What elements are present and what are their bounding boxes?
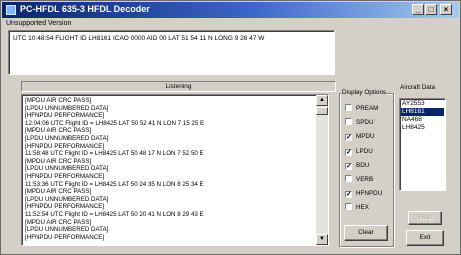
option-label: PREAM <box>356 105 379 112</box>
checkbox-unchecked-icon[interactable] <box>345 104 352 111</box>
option-mpdu[interactable]: ✓ MPDU <box>345 132 375 142</box>
message-log[interactable]: [MPDU AIR CRC PASS] [LPDU UNNUMBERED DATA… <box>21 94 329 246</box>
option-bdu[interactable]: ✓ BDU <box>345 161 369 170</box>
log-line: [HFNPDU PERFORMANCE] <box>25 203 105 211</box>
version-label: Unsupported Version <box>6 20 72 27</box>
option-hfnpdu[interactable]: ✓ HFNPDU <box>345 189 383 199</box>
option-label: HFNPDU <box>356 190 383 198</box>
checkbox-unchecked-icon[interactable] <box>345 175 352 182</box>
checkbox-checked-icon[interactable]: ✓ <box>345 191 352 199</box>
maximize-button[interactable]: □ <box>425 4 437 15</box>
scroll-thumb[interactable] <box>316 107 328 115</box>
title-bar[interactable]: PC-HFDL 635-3 HFDL Decoder _ □ × <box>2 2 459 18</box>
log-line: 11:58:48 UTC Flight ID = LH8425 LAT 50 4… <box>25 150 204 158</box>
log-line: [HFNPDU PERFORMANCE] <box>25 233 105 241</box>
log-line: [LPDU UNNUMBERED DATA] <box>25 226 109 234</box>
display-options-group <box>339 93 394 247</box>
log-line: 11:52:54 UTC Flight ID = LH8425 LAT 50 2… <box>25 210 204 218</box>
app-icon <box>6 5 16 15</box>
exit-button[interactable]: Exit <box>406 230 444 246</box>
log-line: [MPDU AIR CRC PASS] <box>25 188 92 196</box>
option-label: MPDU <box>356 133 375 141</box>
log-line: [MPDU AIR CRC PASS] <box>25 127 92 135</box>
log-line: 12:04:06 UTC Flight ID = LH8425 LAT 50 5… <box>25 119 205 127</box>
aircraft-list-item[interactable]: LH8425 <box>401 124 444 132</box>
log-line: [MPDU AIR CRC PASS] <box>25 157 92 165</box>
option-label: LPDU <box>356 147 373 155</box>
clear-button[interactable]: Clear <box>344 225 388 241</box>
log-line: 11:53:36 UTC Flight ID = LH8425 LAT 50 2… <box>25 180 204 188</box>
option-label: VERB <box>356 176 374 183</box>
scroll-up-icon[interactable]: ▲ <box>316 95 328 106</box>
log-line: [MPDU AIR CRC PASS] <box>25 218 92 226</box>
option-verb[interactable]: VERB <box>345 175 373 184</box>
aircraft-list-item[interactable]: LH8161 <box>401 108 444 116</box>
log-line: [MPDU AIR CRC PASS] <box>25 97 92 104</box>
aircraft-list[interactable]: AY2553 LH8161 NA468 LH8425 <box>399 98 446 191</box>
close-button[interactable]: × <box>440 4 452 15</box>
log-line: [LPDU UNNUMBERED DATA] <box>25 165 109 173</box>
log-line: [HFNPDU PERFORMANCE] <box>25 142 105 150</box>
display-options-label: Display Options <box>341 89 388 96</box>
status-bar: Listening <box>21 81 336 92</box>
option-label: HEX <box>356 204 369 212</box>
current-message-box: UTC 10:48:54 FLIGHT ID LH8161 ICAO 0000 … <box>8 30 335 75</box>
log-line: [LPDU UNNUMBERED DATA] <box>25 195 109 203</box>
log-line: [HFNPDU PERFORMANCE] <box>25 172 105 180</box>
current-message-text: UTC 10:48:54 FLIGHT ID LH8161 ICAO 0000 … <box>13 35 265 42</box>
checkbox-checked-icon[interactable]: ✓ <box>345 148 352 156</box>
checkbox-checked-icon[interactable]: ✓ <box>345 134 352 142</box>
checkbox-checked-icon[interactable]: ✓ <box>345 162 352 170</box>
aircraft-items: AY2553 LH8161 NA468 LH8425 <box>401 100 444 132</box>
aircraft-data-label: Aircraft Data <box>399 84 436 91</box>
log-line: [HFNPDU PERFORMANCE] <box>25 112 105 120</box>
option-lpdu[interactable]: ✓ LPDU <box>345 147 373 156</box>
log-scrollbar[interactable]: ▲ ▼ <box>316 95 328 245</box>
window-title: PC-HFDL 635-3 HFDL Decoder <box>20 4 150 14</box>
option-label: SPDU <box>356 119 374 127</box>
checkbox-unchecked-icon[interactable] <box>345 118 352 126</box>
aircraft-list-item[interactable]: AY2553 <box>401 100 444 108</box>
log-line: [LPDU UNNUMBERED DATA] <box>25 134 109 142</box>
option-spdu[interactable]: SPDU <box>345 118 374 127</box>
scroll-down-icon[interactable]: ▼ <box>316 234 328 245</box>
log-lines: [MPDU AIR CRC PASS] [LPDU UNNUMBERED DATA… <box>25 97 325 241</box>
log-line: [LPDU UNNUMBERED DATA] <box>25 104 109 112</box>
option-pream[interactable]: PREAM <box>345 104 378 113</box>
minimize-button[interactable]: _ <box>412 4 424 15</box>
help-button[interactable]: Help <box>408 211 442 225</box>
option-label: BDU <box>356 161 370 169</box>
aircraft-list-item[interactable]: NA468 <box>401 116 444 124</box>
checkbox-unchecked-icon[interactable] <box>345 203 352 211</box>
main-window: PC-HFDL 635-3 HFDL Decoder _ □ × Unsuppo… <box>0 0 461 255</box>
option-hex[interactable]: HEX <box>345 203 369 212</box>
